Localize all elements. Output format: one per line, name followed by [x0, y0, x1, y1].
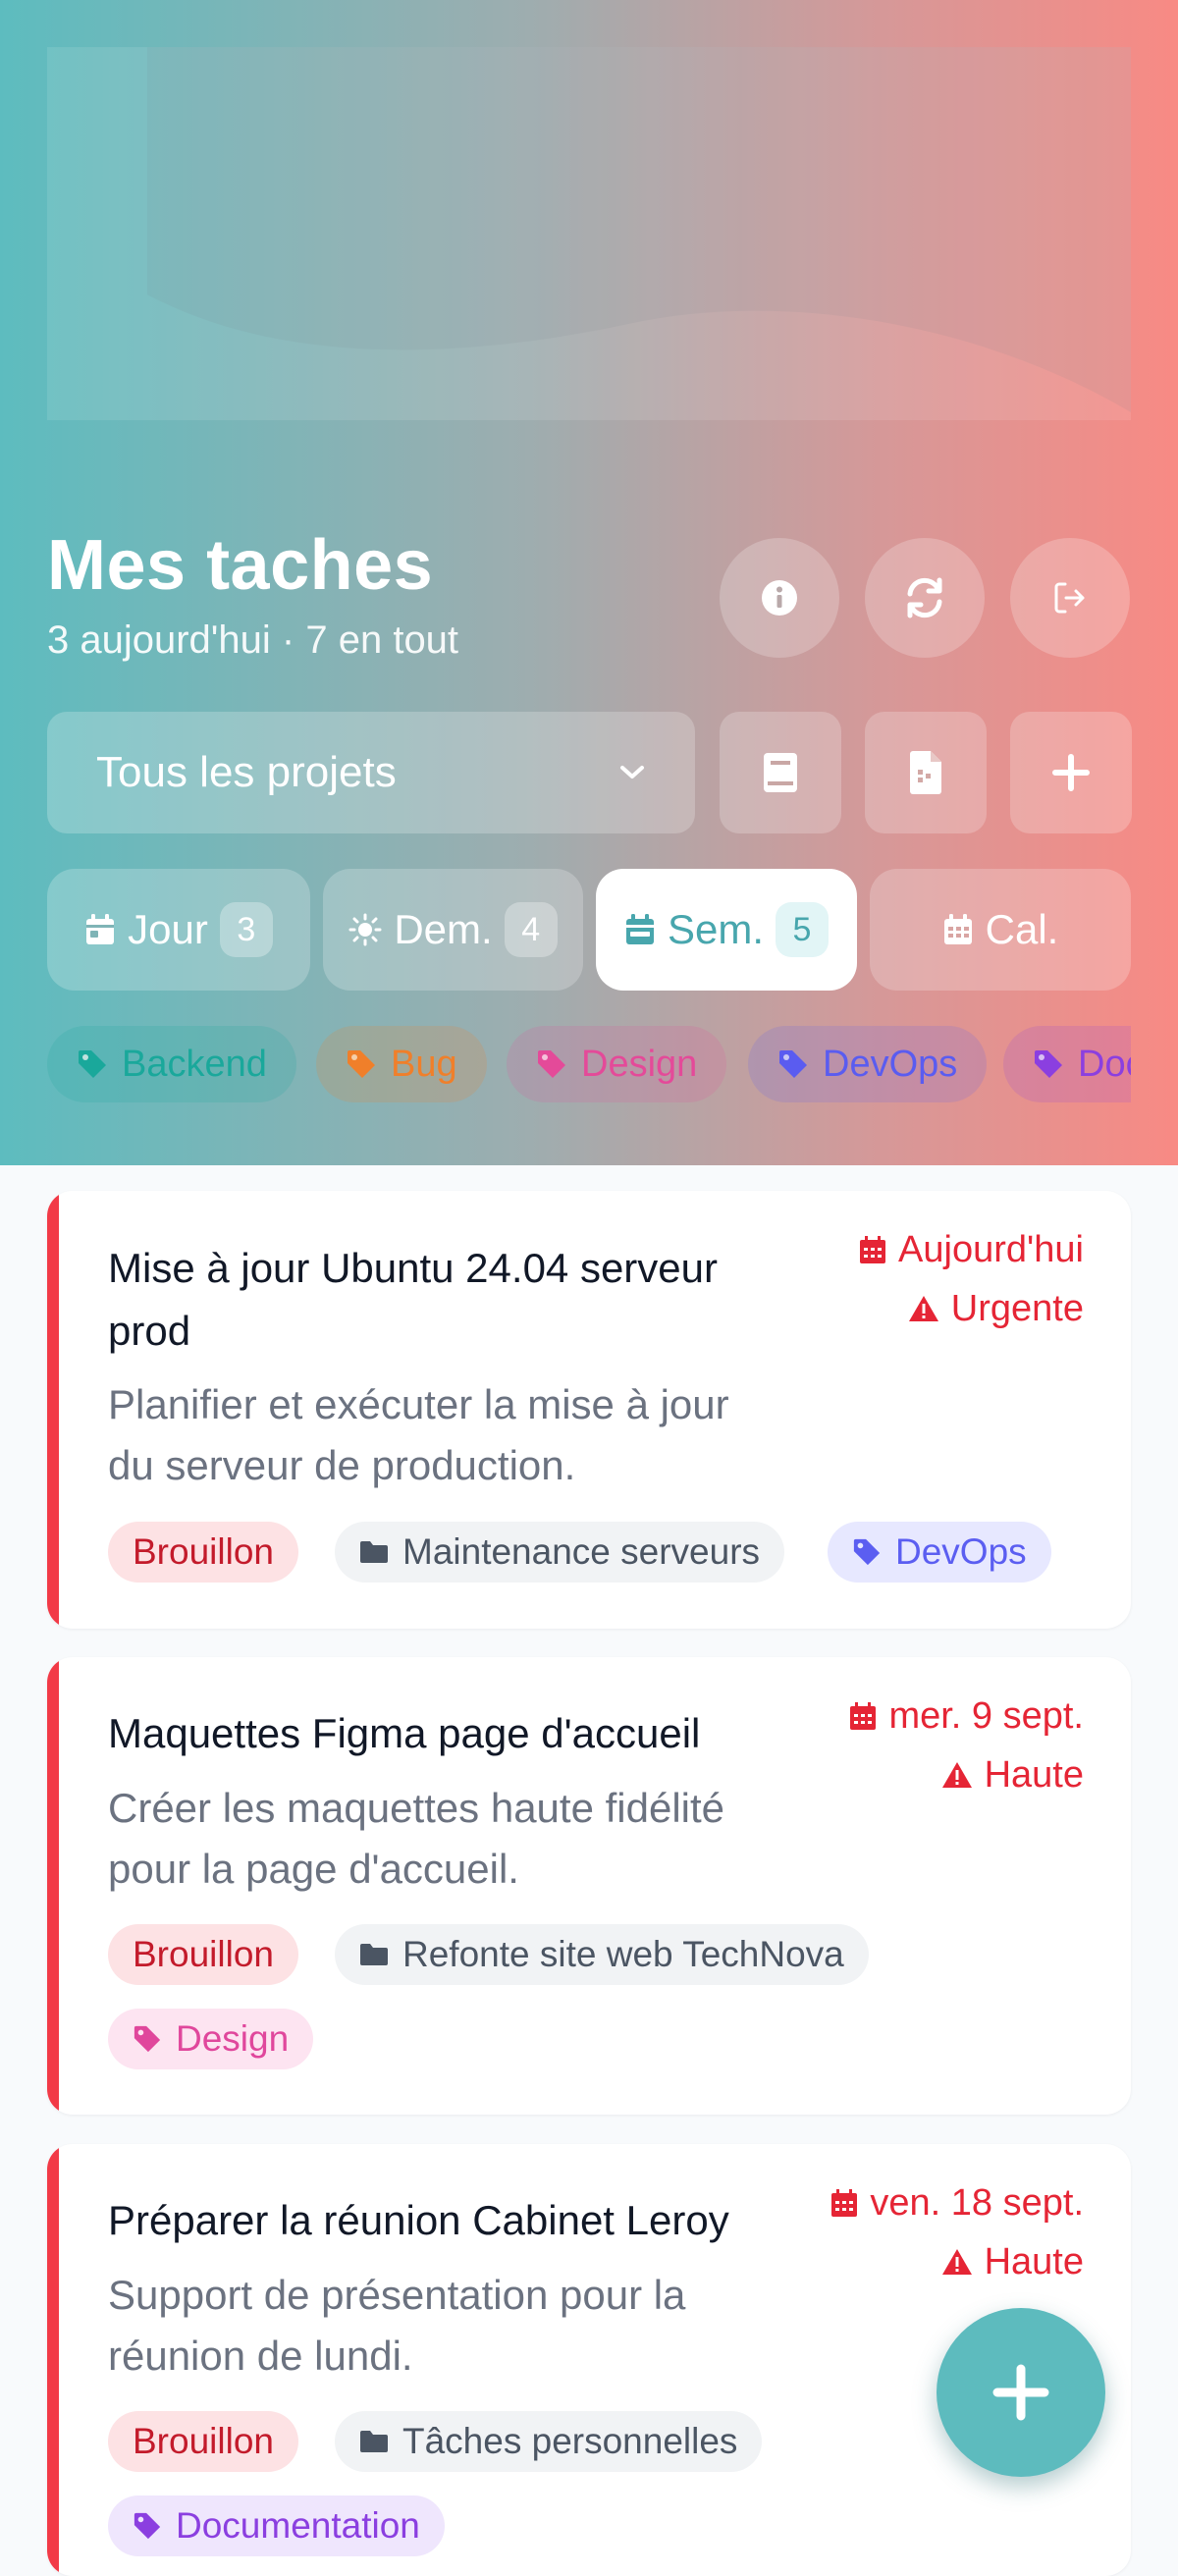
project-select-value: Tous les projets [96, 748, 397, 796]
task-description: Support de présentation pour la réunion … [108, 2272, 686, 2379]
sign-out-icon [1054, 582, 1085, 614]
calendar-day-icon [86, 914, 115, 944]
priority-bar [47, 2144, 59, 2576]
tag-filter-backend[interactable]: Backend [47, 1026, 296, 1102]
tag-filter-documentation[interactable]: Documentation [1003, 1026, 1131, 1102]
priority-label: Haute [984, 1754, 1084, 1796]
plus-icon [1052, 754, 1090, 791]
tab-tomorrow[interactable]: Dem. 4 [323, 869, 583, 991]
task-summary: 3 aujourd'hui · 7 en tout [47, 618, 459, 662]
folder-icon [360, 2431, 388, 2452]
tab-calendar[interactable]: Cal. [870, 869, 1131, 991]
tab-tomorrow-count: 4 [504, 902, 558, 957]
folder-icon [360, 1944, 388, 1965]
file-export-icon [910, 751, 941, 794]
tag-icon [779, 1050, 807, 1078]
status-badge: Brouillon [108, 1522, 298, 1583]
add-task-fab[interactable] [937, 2308, 1105, 2477]
warning-triangle-icon [941, 1762, 972, 1788]
task-card[interactable]: Mise à jour Ubuntu 24.04 serveur prod Pl… [47, 1191, 1131, 1629]
warning-triangle-icon [908, 1296, 938, 1321]
tag-filter-devops[interactable]: DevOps [748, 1026, 988, 1102]
tag-icon [79, 1050, 106, 1078]
sun-icon [348, 913, 382, 946]
book-icon [764, 753, 797, 792]
refresh-button[interactable] [865, 538, 985, 658]
hero-wave-decoration [147, 47, 1131, 412]
tab-week[interactable]: Sem. 5 [596, 869, 857, 991]
project-chip[interactable]: Tâches personnelles [335, 2411, 763, 2472]
calendar-icon [831, 2189, 858, 2217]
tag-icon [348, 1050, 375, 1078]
priority-bar [47, 1657, 59, 2115]
tag-filter-bug[interactable]: Bug [316, 1026, 487, 1102]
task-title: Maquettes Figma page d'accueil [108, 1710, 701, 1756]
tag-icon [134, 2512, 161, 2540]
header-hero: Mes taches 3 aujourd'hui · 7 en tout Tou… [0, 0, 1178, 1165]
projects-book-button[interactable] [720, 712, 841, 833]
tag-filter-design[interactable]: Design [507, 1026, 727, 1102]
task-description: Créer les maquettes haute fidélité pour … [108, 1785, 725, 1892]
project-select[interactable]: Tous les projets [47, 712, 695, 833]
tab-day-count: 3 [219, 902, 273, 957]
add-project-button[interactable] [1010, 712, 1132, 833]
status-badge: Brouillon [108, 1924, 298, 1985]
page-title: Mes taches [47, 526, 434, 605]
tag-icon [538, 1050, 565, 1078]
priority-label: Urgente [950, 1288, 1084, 1329]
tag-label: Bug [391, 1043, 457, 1085]
project-chip[interactable]: Maintenance serveurs [335, 1522, 785, 1583]
due-date: ven. 18 sept. [870, 2182, 1084, 2224]
task-card[interactable]: Maquettes Figma page d'accueil Créer les… [47, 1657, 1131, 2115]
tag-label: Documentation [1078, 1043, 1131, 1085]
task-title: Préparer la réunion Cabinet Leroy [108, 2197, 729, 2243]
tag-icon [1035, 1050, 1062, 1078]
tag-filter-bar: Backend Bug Design DevOps Documentation [47, 1026, 1131, 1104]
due-date: Aujourd'hui [898, 1229, 1084, 1270]
task-meta: ven. 18 sept. Haute [830, 2174, 1084, 2291]
tab-day[interactable]: Jour 3 [47, 869, 310, 991]
task-title: Mise à jour Ubuntu 24.04 serveur prod [108, 1245, 718, 1354]
export-button[interactable] [865, 712, 987, 833]
calendar-icon [860, 1236, 886, 1263]
tag-chip[interactable]: Design [108, 2009, 314, 2069]
info-circle-icon [762, 580, 797, 616]
project-chip[interactable]: Refonte site web TechNova [335, 1924, 869, 1985]
tag-label: Design [581, 1043, 698, 1085]
sync-icon [907, 577, 942, 618]
tag-label: Backend [122, 1043, 267, 1085]
calendar-week-icon [625, 914, 654, 944]
tab-week-count: 5 [776, 902, 830, 957]
tag-chip[interactable]: Documentation [108, 2496, 445, 2556]
tab-day-label: Jour [128, 906, 208, 952]
logout-button[interactable] [1010, 538, 1130, 658]
tag-icon [853, 1538, 881, 1566]
status-badge: Brouillon [108, 2411, 298, 2472]
folder-icon [360, 1541, 388, 1563]
task-description: Planifier et exécuter la mise à jour du … [108, 1381, 729, 1488]
tab-calendar-label: Cal. [985, 906, 1059, 952]
tag-icon [134, 2025, 161, 2053]
tab-week-label: Sem. [667, 906, 765, 952]
tag-label: DevOps [823, 1043, 958, 1085]
warning-triangle-icon [941, 2249, 972, 2275]
tab-tomorrow-label: Dem. [394, 906, 493, 952]
priority-bar [47, 1191, 59, 1629]
calendar-grid-icon [943, 914, 972, 944]
task-meta: mer. 9 sept. Haute [849, 1687, 1084, 1804]
calendar-icon [850, 1702, 877, 1730]
tag-chip[interactable]: DevOps [828, 1522, 1051, 1583]
info-button[interactable] [720, 538, 839, 658]
task-meta: Aujourd'hui Urgente [859, 1220, 1084, 1338]
priority-label: Haute [984, 2241, 1084, 2282]
due-date: mer. 9 sept. [888, 1695, 1084, 1737]
plus-icon [992, 2364, 1049, 2421]
chevron-down-icon [620, 766, 644, 778]
